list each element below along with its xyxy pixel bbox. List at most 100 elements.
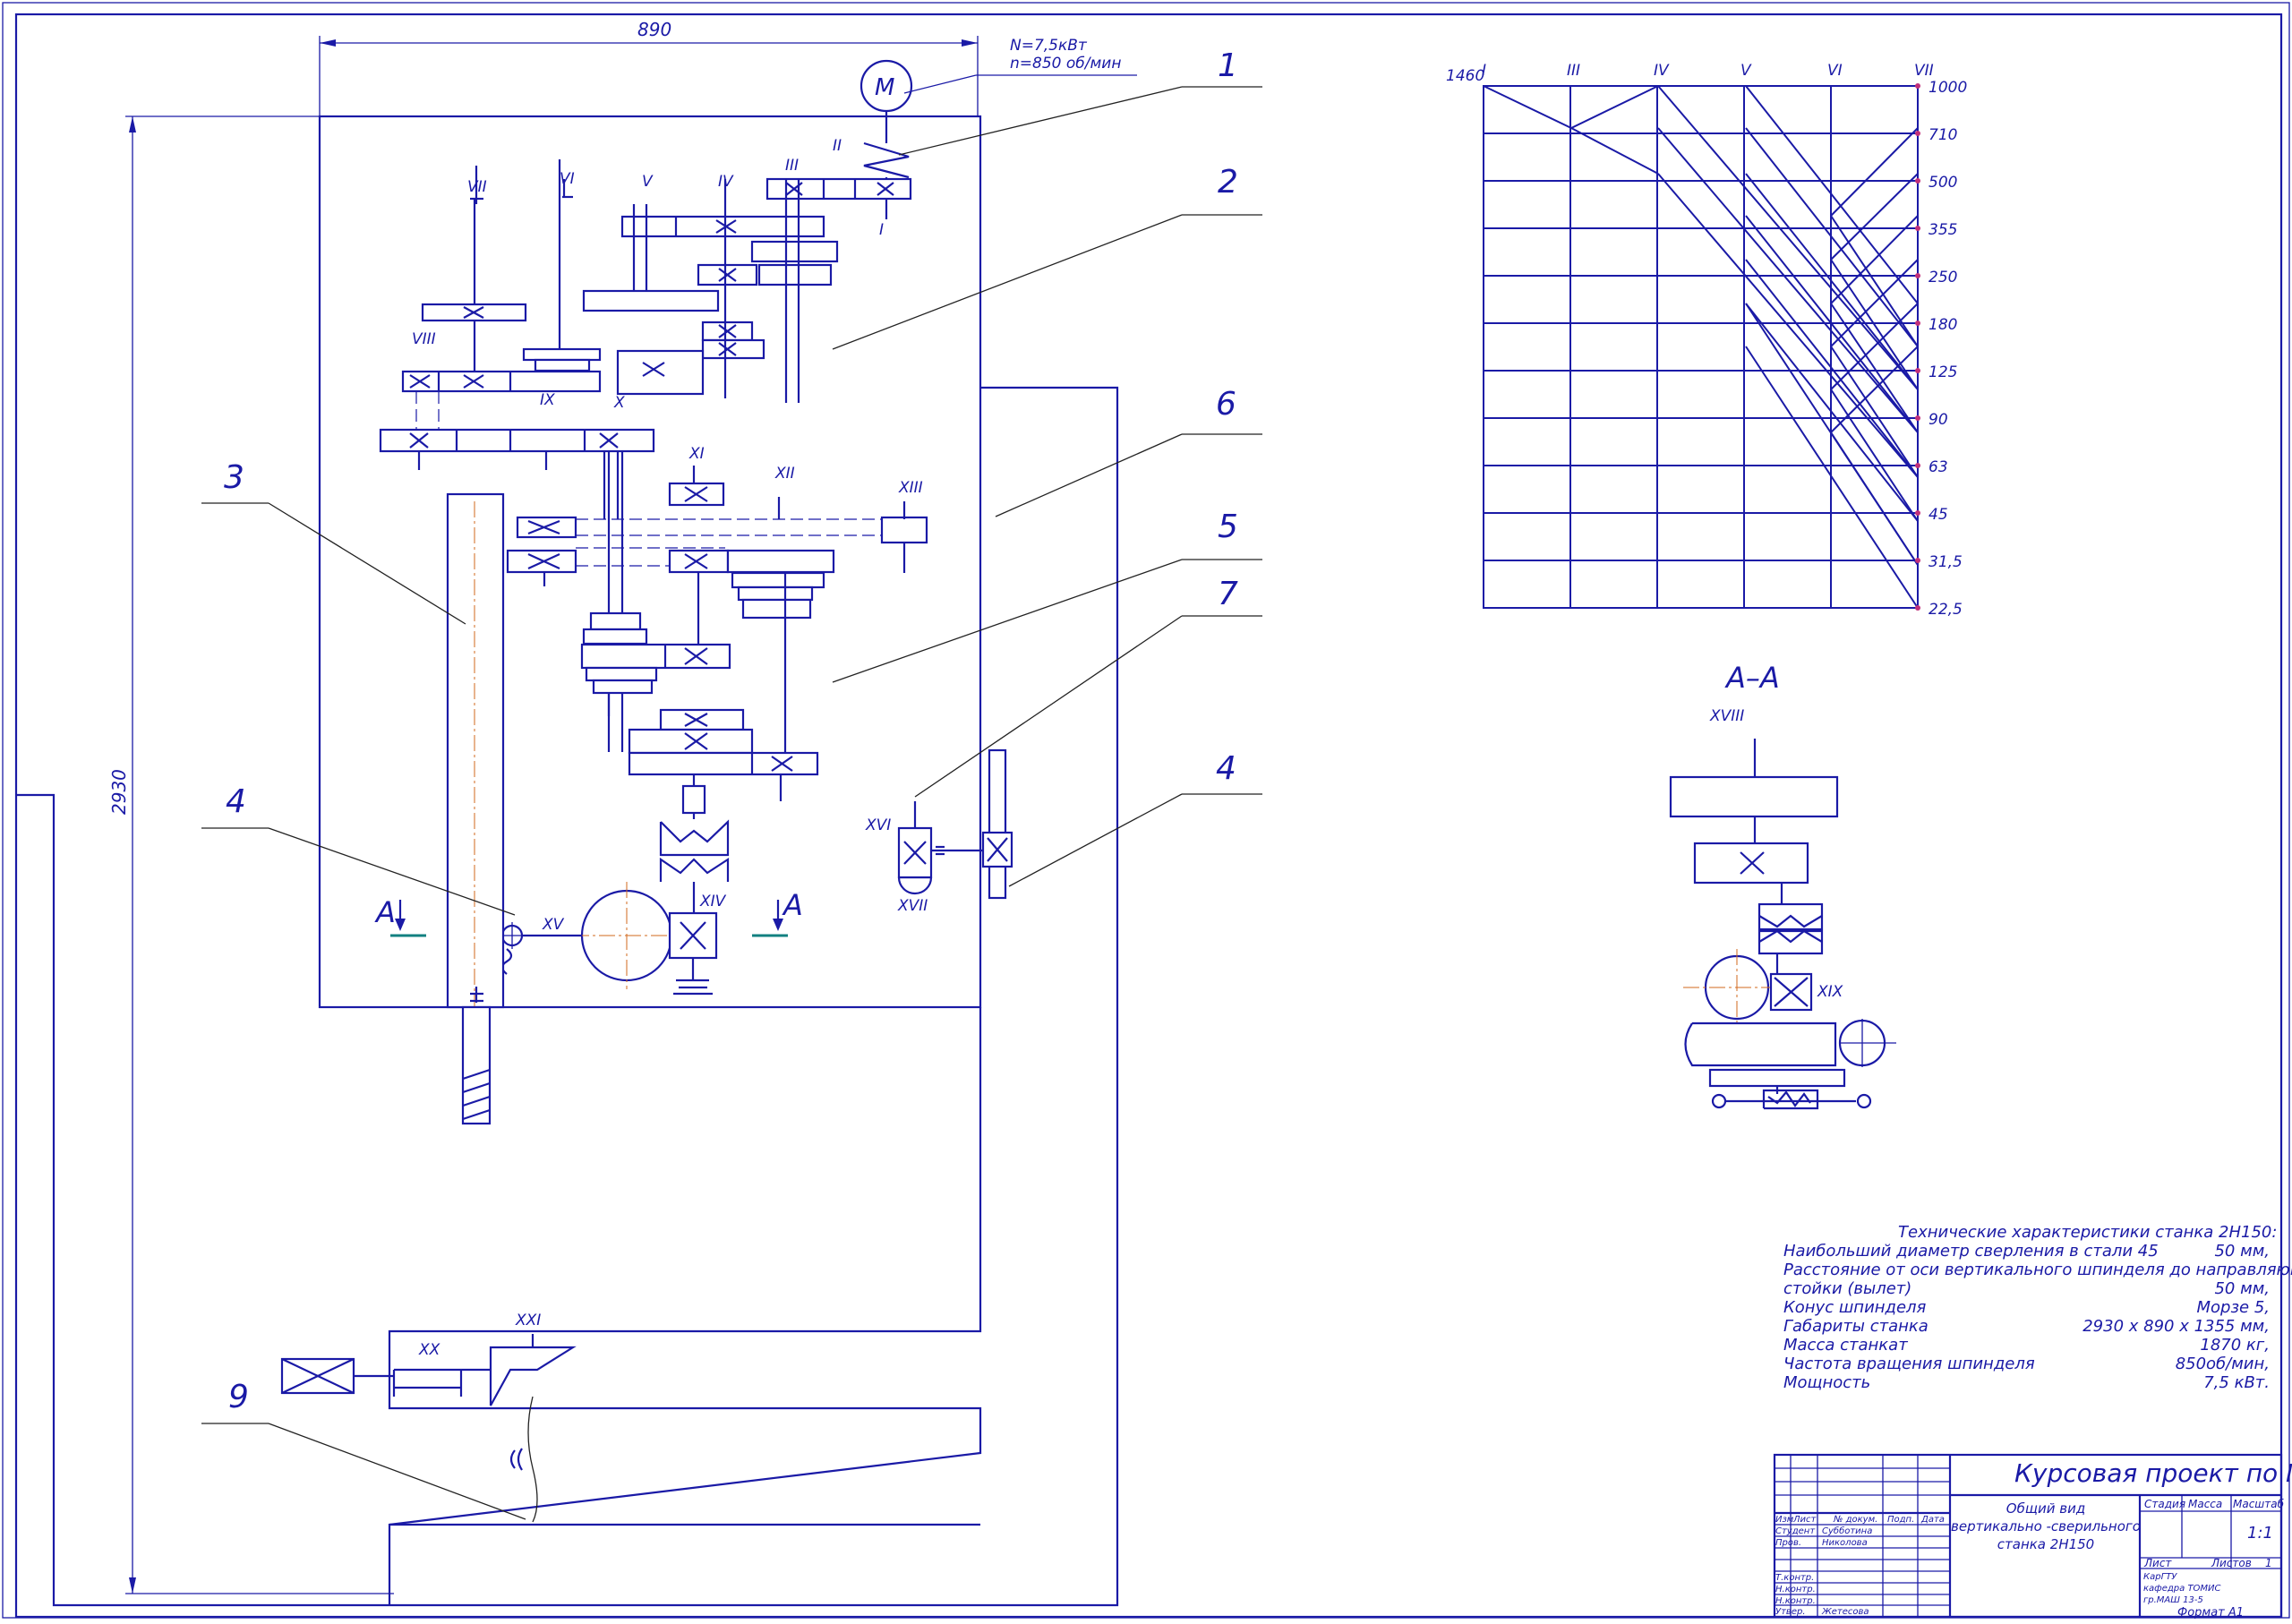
spec-label-2: стойки (вылет) — [1783, 1279, 1911, 1298]
role-1: Пров. — [1775, 1538, 1801, 1548]
spec-label-6: Частота вращения шпинделя — [1783, 1355, 2035, 1373]
specs-title: Технические характеристики станка 2Н150: — [1898, 1223, 2277, 1242]
col-header-date: Дата — [1920, 1515, 1945, 1525]
callout-1: 1 — [1218, 47, 1238, 84]
mass-header: Масса — [2188, 1498, 2222, 1510]
speed-chart-node — [1915, 368, 1920, 373]
speed-chart-speed-label: 355 — [1929, 221, 1957, 239]
shaft-label-X: X — [613, 394, 625, 412]
callout-9: 9 — [228, 1379, 249, 1415]
role-2: Т.контр. — [1775, 1573, 1814, 1583]
section-marker-right: A — [752, 888, 803, 937]
speed-chart-node — [1915, 510, 1920, 516]
shaft-label-XXI: XXI — [515, 1312, 541, 1329]
spec-value-2: 50 мм, — [2214, 1279, 2270, 1298]
callout-4-left: 4 — [226, 783, 246, 820]
spec-label-4: Габариты станка — [1783, 1317, 1929, 1336]
speed-chart-speed-label: 22,5 — [1929, 601, 1963, 619]
spec-label-7: Мощность — [1783, 1373, 1870, 1392]
speed-chart-node — [1915, 415, 1920, 421]
role-0: Студент — [1775, 1526, 1816, 1536]
speed-chart-shaft-label: VII — [1914, 62, 1934, 80]
section-view: А–А XVIII XIX — [1669, 661, 1896, 1110]
title-block: Курсовая проект по МРС Общий вид вертика… — [1773, 1453, 2292, 1619]
drawing-title-line-1: Общий вид — [2006, 1500, 2085, 1517]
shaft-label-IV: IV — [718, 173, 734, 191]
org-line-1: КарГТУ — [2143, 1572, 2177, 1582]
shaft-label-XIII: XIII — [898, 479, 923, 497]
speed-chart-node — [1915, 131, 1920, 136]
speed-chart-node — [1915, 226, 1920, 231]
speed-chart-rays — [1483, 85, 1919, 609]
shaft-label-XVII: XVII — [897, 897, 928, 915]
speed-chart-shaft-label: I — [1482, 62, 1486, 80]
spec-value-6: 850об/мин, — [2176, 1355, 2270, 1373]
shaft-label-XVI: XVI — [865, 816, 891, 834]
speed-chart-speed-label: 125 — [1929, 363, 1957, 381]
motor-power-text: N=7,5кВт — [1010, 37, 1088, 55]
drawing-title-line-2: вертикально -сверильного — [1951, 1518, 2141, 1534]
shaft-label-I: I — [879, 221, 884, 239]
shaft-label-XI: XI — [688, 445, 705, 463]
shaft-label-II: II — [833, 137, 842, 155]
role-4: Н.контр. — [1775, 1596, 1816, 1606]
col-header-list: Лист — [1792, 1515, 1817, 1525]
format-label: Формат А1 — [2177, 1606, 2244, 1620]
speed-chart-node — [1915, 558, 1920, 563]
speed-chart-node — [1915, 178, 1920, 184]
spindle — [446, 492, 505, 1125]
scale-header: Масштаб — [2233, 1498, 2285, 1510]
spec-value-7: 7,5 кВт. — [2203, 1373, 2270, 1392]
col-header-doc: № докум. — [1833, 1515, 1877, 1525]
speed-chart-speed-label: 45 — [1929, 506, 1948, 524]
speed-chart-speed-label: 500 — [1929, 174, 1957, 192]
speed-chart-shaft-label: V — [1740, 62, 1752, 80]
electric-motor: M N=7,5кВт n=850 об/мин — [860, 37, 1137, 113]
name-0: Субботина — [1822, 1526, 1872, 1536]
spec-label-3: Конус шпинделя — [1783, 1298, 1927, 1317]
input-speed-label: 1460 — [1446, 67, 1484, 85]
spec-value-0: 50 мм, — [2214, 1242, 2270, 1261]
speed-chart-frame — [1483, 85, 1919, 609]
callout-3: 3 — [224, 459, 244, 496]
leader-lines — [201, 86, 1262, 1520]
spec-label-1: Расстояние от оси вертикального шпинделя… — [1783, 1261, 2292, 1279]
shaft-label-XV: XV — [542, 916, 565, 934]
col-header-sign: Подп. — [1887, 1515, 1914, 1525]
callout-6: 6 — [1216, 386, 1236, 423]
role-5: Утвер. — [1775, 1607, 1806, 1617]
section-title: А–А — [1724, 661, 1780, 695]
speed-chart-speed-label: 250 — [1929, 269, 1957, 286]
width-dimension-text: 890 — [637, 19, 671, 40]
section-marker-left-label: A — [374, 895, 396, 929]
speed-chart-node — [1915, 463, 1920, 468]
shaft-label-V: V — [642, 173, 654, 191]
callout-4-right: 4 — [1216, 750, 1236, 787]
shaft-label-XX: XX — [418, 1341, 440, 1359]
drawing-title-line-3: станка 2Н150 — [1997, 1536, 2094, 1552]
scale-value: 1:1 — [2247, 1524, 2273, 1543]
speed-chart-speed-label: 31,5 — [1929, 553, 1963, 571]
speed-chart-speed-label: 90 — [1929, 411, 1948, 429]
shaft-label-VII: VII — [467, 178, 487, 196]
technical-specifications: Технические характеристики станка 2Н150:… — [1783, 1223, 2292, 1392]
role-3: Н.контр. — [1775, 1585, 1816, 1594]
technical-drawing: 890 2930 M N=7,5кВт n=850 об/мин A A 1 2… — [2, 2, 2292, 1620]
spec-label-5: Масса станкат — [1783, 1336, 1908, 1355]
speed-chart-node — [1915, 83, 1920, 89]
sheet-label: Лист — [2143, 1557, 2172, 1569]
callout-7: 7 — [1218, 576, 1238, 612]
section-shaft-XIX: XIX — [1817, 983, 1843, 1001]
spec-value-5: 1870 кг, — [2200, 1336, 2270, 1355]
motor-label: M — [875, 74, 894, 101]
speed-chart-node — [1915, 321, 1920, 326]
section-marker-right-label: A — [782, 888, 803, 922]
feed-handle-mechanism — [897, 748, 1013, 900]
speed-chart-shaft-label: IV — [1654, 62, 1670, 80]
shaft-label-IX: IX — [540, 391, 555, 409]
height-dimension-text: 2930 — [108, 769, 130, 815]
speed-chart-speed-label: 1000 — [1929, 79, 1967, 97]
shaft-label-XIV: XIV — [699, 893, 727, 910]
speed-chart-shaft-label: III — [1567, 62, 1580, 80]
section-shaft-XVIII: XVIII — [1709, 707, 1744, 725]
